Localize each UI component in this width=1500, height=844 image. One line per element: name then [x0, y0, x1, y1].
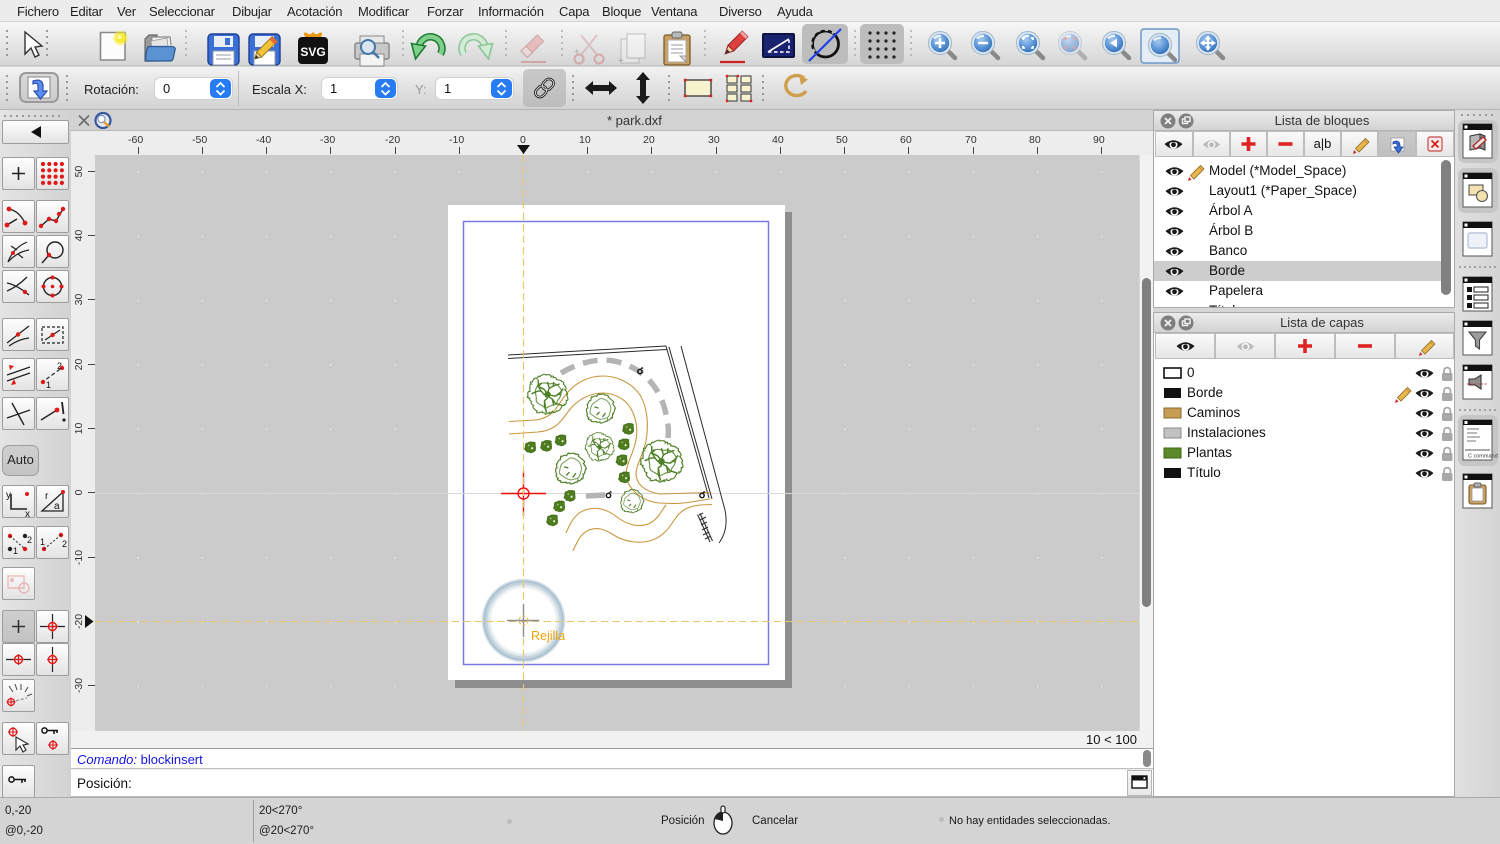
svg-text:2: 2	[27, 535, 32, 545]
svg-text:x: x	[25, 509, 30, 520]
svg-text:+: +	[618, 56, 624, 67]
svg-text:y: y	[6, 490, 11, 501]
svg-text:2: 2	[57, 361, 62, 371]
svg-text:40: 40	[73, 230, 85, 242]
svg-text:1: 1	[40, 537, 45, 547]
svg-text:-30: -30	[73, 678, 85, 693]
svg-text:1: 1	[13, 546, 18, 556]
svg-text:1: 1	[46, 380, 51, 390]
svg-text:a: a	[54, 501, 60, 512]
svg-text:-10: -10	[73, 550, 85, 565]
svg-text:20: 20	[73, 359, 85, 371]
svg-text:-20: -20	[73, 614, 85, 629]
svg-text:0: 0	[73, 489, 85, 495]
svg-text:2: 2	[62, 539, 67, 549]
svg-text:50: 50	[73, 166, 85, 178]
svg-text:10: 10	[73, 423, 85, 435]
svg-text:30: 30	[73, 294, 85, 306]
svg-text:SVG: SVG	[300, 45, 325, 59]
svg-text:r: r	[45, 491, 49, 502]
svg-text:C command: C command	[1468, 454, 1498, 460]
svg-text:Rejilla: Rejilla	[531, 629, 565, 643]
svg-text:+: +	[574, 47, 580, 58]
